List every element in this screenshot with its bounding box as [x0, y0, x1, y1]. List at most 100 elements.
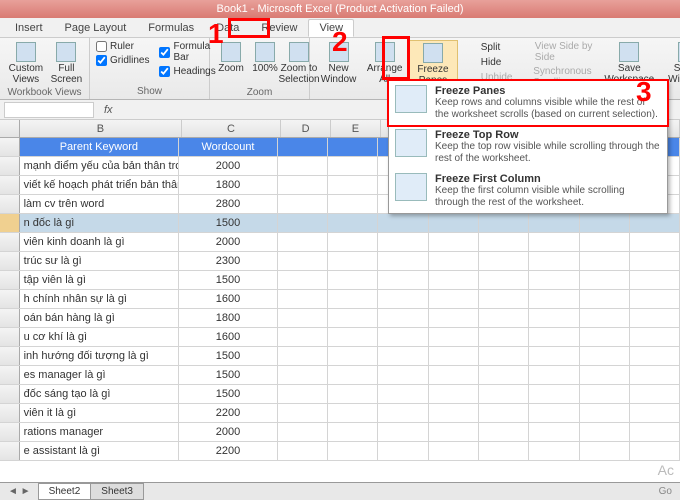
hide-button[interactable]: Hide [466, 55, 513, 69]
col-header-b[interactable]: B [20, 120, 182, 137]
cell-wordcount[interactable]: 1600 [179, 328, 278, 346]
sidebyside-icon [522, 46, 531, 58]
freeze-first-col-item[interactable]: Freeze First ColumnKeep the first column… [389, 169, 667, 213]
zoomsel-icon [289, 42, 309, 62]
cell-keyword[interactable]: n đốc là gì [20, 214, 179, 232]
cell-keyword[interactable]: u cơ khí là gì [20, 328, 179, 346]
header-wordcount[interactable]: Wordcount [179, 138, 278, 156]
sheet-tab-3[interactable]: Sheet3 [90, 483, 144, 500]
row-header[interactable] [0, 138, 20, 156]
activate-text: Ac [658, 462, 674, 478]
views-icon [16, 42, 36, 62]
cell-wordcount[interactable]: 1500 [179, 347, 278, 365]
col-header-c[interactable]: C [182, 120, 282, 137]
table-row[interactable]: rations manager2000 [0, 423, 680, 442]
cell-keyword[interactable]: rations manager [20, 423, 179, 441]
row-header[interactable] [0, 157, 20, 175]
table-row[interactable]: viên kinh doanh là gì2000 [0, 233, 680, 252]
tab-insert[interactable]: Insert [4, 19, 54, 37]
fullscreen-icon [56, 42, 76, 62]
cell-keyword[interactable]: mạnh điểm yếu của bản thân trong cv [20, 157, 179, 175]
cell-wordcount[interactable]: 2000 [179, 157, 278, 175]
cell-keyword[interactable]: tập viên là gì [20, 271, 179, 289]
cell-keyword[interactable]: viên it là gì [20, 404, 179, 422]
annotation-1: 1 [208, 18, 224, 50]
cell-wordcount[interactable]: 1600 [179, 290, 278, 308]
row-header[interactable] [0, 423, 20, 441]
cell-keyword[interactable]: es manager là gì [20, 366, 179, 384]
header-parent-keyword[interactable]: Parent Keyword [20, 138, 179, 156]
zoom-100-button[interactable]: 100% [250, 40, 280, 76]
table-row[interactable]: tập viên là gì1500 [0, 271, 680, 290]
side-by-side-button: View Side by Side [522, 40, 597, 64]
cell-keyword[interactable]: oán bán hàng là gì [20, 309, 179, 327]
cell-wordcount[interactable]: 1800 [179, 176, 278, 194]
cell-wordcount[interactable]: 2300 [179, 252, 278, 270]
row-header[interactable] [0, 214, 20, 232]
row-header[interactable] [0, 366, 20, 384]
name-box[interactable] [4, 102, 94, 118]
row-header[interactable] [0, 385, 20, 403]
tab-page-layout[interactable]: Page Layout [54, 19, 138, 37]
table-row[interactable]: n đốc là gì1500 [0, 214, 680, 233]
select-all-corner[interactable] [0, 120, 20, 137]
cell-wordcount[interactable]: 2000 [179, 233, 278, 251]
cell-wordcount[interactable]: 2000 [179, 423, 278, 441]
table-row[interactable]: es manager là gì1500 [0, 366, 680, 385]
table-row[interactable]: e assistant là gì2200 [0, 442, 680, 461]
table-row[interactable]: đốc sáng tạo là gì1500 [0, 385, 680, 404]
table-row[interactable]: viên it là gì2200 [0, 404, 680, 423]
row-header[interactable] [0, 309, 20, 327]
cell-keyword[interactable]: viết kế hoạch phát triển bản thân trong … [20, 176, 179, 194]
tab-formulas[interactable]: Formulas [137, 19, 205, 37]
cell-wordcount[interactable]: 2200 [179, 442, 278, 460]
cell-wordcount[interactable]: 1500 [179, 385, 278, 403]
row-header[interactable] [0, 442, 20, 460]
cell-keyword[interactable]: e assistant là gì [20, 442, 179, 460]
gridlines-checkbox[interactable]: Gridlines [96, 54, 149, 67]
annotation-3: 3 [636, 76, 652, 108]
row-header[interactable] [0, 233, 20, 251]
headings-checkbox[interactable]: Headings [159, 65, 215, 78]
table-row[interactable]: u cơ khí là gì1600 [0, 328, 680, 347]
cell-keyword[interactable]: h chính nhân sự là gì [20, 290, 179, 308]
table-row[interactable]: oán bán hàng là gì1800 [0, 309, 680, 328]
cell-wordcount[interactable]: 1500 [179, 366, 278, 384]
freeze-icon [423, 43, 443, 63]
title-bar: Book1 - Microsoft Excel (Product Activat… [0, 0, 680, 18]
row-header[interactable] [0, 347, 20, 365]
fx-label[interactable]: fx [98, 104, 119, 116]
row-header[interactable] [0, 290, 20, 308]
ruler-checkbox[interactable]: Ruler [96, 40, 149, 53]
cell-keyword[interactable]: trúc sư là gì [20, 252, 179, 270]
table-row[interactable]: h chính nhân sự là gì1600 [0, 290, 680, 309]
sheet-tabs: ◄ ► Sheet2 Sheet3 Go [0, 482, 680, 500]
table-row[interactable]: trúc sư là gì2300 [0, 252, 680, 271]
full-screen-button[interactable]: Full Screen [50, 40, 83, 87]
row-header[interactable] [0, 176, 20, 194]
cell-keyword[interactable]: viên kinh doanh là gì [20, 233, 179, 251]
cell-keyword[interactable]: làm cv trên word [20, 195, 179, 213]
cell-wordcount[interactable]: 1800 [179, 309, 278, 327]
tab-review[interactable]: Review [250, 19, 308, 37]
row-header[interactable] [0, 252, 20, 270]
cell-wordcount[interactable]: 2200 [179, 404, 278, 422]
sheet-tab-2[interactable]: Sheet2 [38, 483, 92, 500]
split-button[interactable]: Split [466, 40, 513, 54]
zoom-icon [221, 42, 241, 62]
freeze-panes-item[interactable]: Freeze PanesKeep rows and columns visibl… [387, 79, 669, 127]
cell-wordcount[interactable]: 1500 [179, 271, 278, 289]
cell-wordcount[interactable]: 1500 [179, 214, 278, 232]
cell-keyword[interactable]: đốc sáng tạo là gì [20, 385, 179, 403]
freeze-top-row-item[interactable]: Freeze Top RowKeep the top row visible w… [389, 125, 667, 169]
group-label-show: Show [96, 86, 203, 97]
cell-keyword[interactable]: inh hướng đối tượng là gì [20, 347, 179, 365]
row-header[interactable] [0, 404, 20, 422]
cell-wordcount[interactable]: 2800 [179, 195, 278, 213]
row-header[interactable] [0, 271, 20, 289]
row-header[interactable] [0, 195, 20, 213]
custom-views-button[interactable]: Custom Views [6, 40, 46, 87]
freeze-panes-dropdown: Freeze PanesKeep rows and columns visibl… [388, 80, 668, 214]
table-row[interactable]: inh hướng đối tượng là gì1500 [0, 347, 680, 366]
row-header[interactable] [0, 328, 20, 346]
